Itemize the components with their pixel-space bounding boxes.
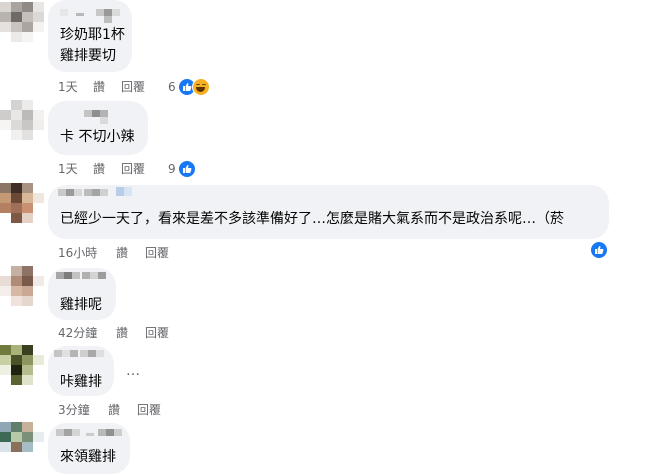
reply-button[interactable]: 回覆 — [121, 79, 145, 95]
reaction-summary[interactable]: 6 — [168, 78, 210, 96]
reply-button[interactable]: 回覆 — [145, 325, 169, 341]
comment-text: 卡 不切小辣 — [60, 129, 135, 145]
comment-text: 珍奶耶1杯 雞排要切 — [60, 27, 125, 64]
timestamp-link[interactable]: 1天 — [58, 161, 78, 177]
author-name[interactable] — [58, 187, 138, 203]
like-button[interactable]: 讚 — [116, 325, 128, 341]
timestamp-link[interactable]: 42分鐘 — [58, 325, 97, 341]
author-name[interactable] — [60, 9, 120, 23]
like-icon — [177, 160, 196, 178]
author-name[interactable] — [56, 429, 122, 443]
reaction-count: 6 — [168, 80, 176, 94]
reply-button[interactable]: 回覆 — [137, 402, 161, 418]
timestamp-link[interactable]: 3分鐘 — [58, 402, 90, 418]
comment-text: 已經少一天了，看來是差不多該準備好了…怎麼是賭大氣系而不是政治系呢…（菸 — [60, 211, 564, 227]
reaction-count: 9 — [168, 162, 176, 176]
comment-bubble: 來領雞排 — [48, 423, 130, 474]
haha-icon — [191, 78, 210, 96]
comment-bubble: 卡 不切小辣 — [48, 101, 148, 155]
reply-button[interactable]: 回覆 — [121, 161, 145, 177]
like-button[interactable]: 讚 — [108, 402, 120, 418]
like-icon — [590, 241, 608, 259]
reaction-summary[interactable]: 9 — [168, 160, 196, 178]
reaction-summary[interactable] — [590, 241, 608, 259]
avatar[interactable] — [0, 266, 44, 306]
like-button[interactable]: 讚 — [93, 161, 105, 177]
avatar[interactable] — [0, 100, 44, 140]
author-name[interactable] — [84, 110, 114, 124]
timestamp-link[interactable]: 16小時 — [58, 245, 97, 261]
comment-text: 來領雞排 — [60, 449, 116, 465]
comment-bubble: 已經少一天了，看來是差不多該準備好了…怎麼是賭大氣系而不是政治系呢…（菸 — [48, 185, 609, 239]
author-name[interactable] — [54, 350, 106, 364]
comment-bubble: 雞排呢 — [48, 268, 116, 320]
avatar[interactable] — [0, 345, 44, 385]
comment-bubble: 珍奶耶1杯 雞排要切 — [48, 0, 132, 72]
like-button[interactable]: 讚 — [93, 79, 105, 95]
comment-bubble: 咔雞排 — [48, 346, 114, 396]
comment-actions: 16小時 讚 回覆 — [58, 245, 258, 261]
comment-actions: 42分鐘 讚 回覆 — [58, 325, 258, 341]
reply-button[interactable]: 回覆 — [145, 245, 169, 261]
comment-text: 咔雞排 — [60, 374, 102, 390]
author-name[interactable] — [56, 272, 106, 286]
avatar[interactable] — [0, 422, 44, 462]
avatar[interactable] — [0, 183, 44, 223]
comment-text: 雞排呢 — [60, 297, 102, 313]
comment-actions: 1天 讚 回覆 — [58, 79, 258, 95]
like-button[interactable]: 讚 — [116, 245, 128, 261]
avatar[interactable] — [0, 2, 44, 42]
comment-actions: 1天 讚 回覆 — [58, 161, 258, 177]
timestamp-link[interactable]: 1天 — [58, 79, 78, 95]
more-options-button[interactable]: … — [126, 363, 141, 379]
comment-actions: 3分鐘 讚 回覆 — [58, 402, 258, 418]
